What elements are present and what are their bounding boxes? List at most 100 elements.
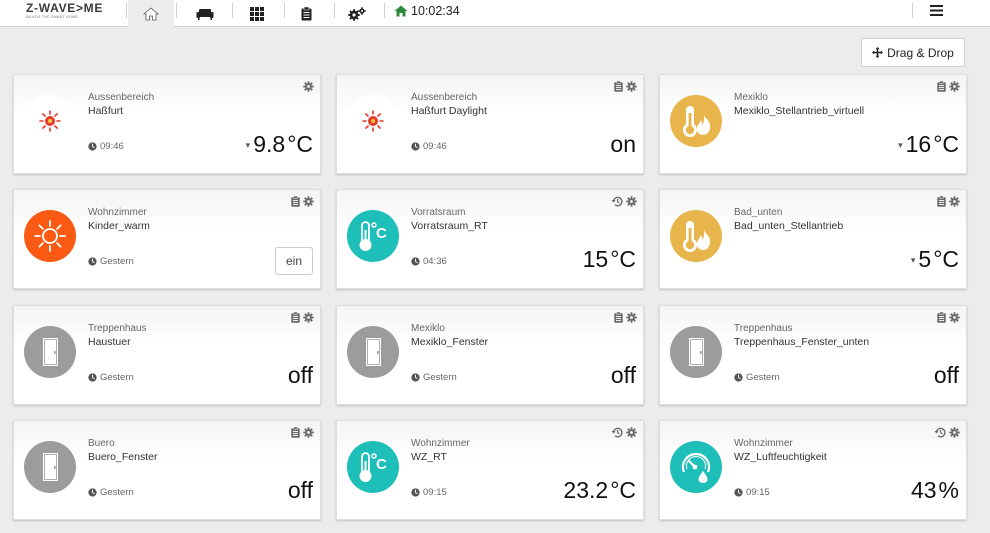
widget-update-time: 09:46: [88, 141, 124, 152]
nav-divider: [232, 3, 233, 18]
nav-divider: [176, 3, 177, 18]
gear-icon[interactable]: [949, 312, 960, 323]
device-widget: Aussenbereich Haßfurt Daylight 09:46 on: [336, 74, 644, 174]
widget-level: off: [288, 362, 313, 389]
nav-events-button[interactable]: [283, 0, 329, 27]
gear-icon[interactable]: [626, 196, 637, 207]
clipboard-icon[interactable]: [937, 312, 946, 323]
widget-time-text: Gestern: [100, 256, 134, 267]
widget-actions: [291, 312, 314, 323]
history-clock-icon[interactable]: [611, 196, 623, 207]
gear-icon[interactable]: [303, 427, 314, 438]
gear-icon[interactable]: [949, 427, 960, 438]
widget-level-unit: °C: [287, 131, 313, 157]
nav-rooms-button[interactable]: [182, 0, 228, 27]
gear-icon[interactable]: [303, 196, 314, 207]
widget-level-value: 43: [910, 477, 937, 503]
widget-level-unit: °C: [610, 246, 636, 272]
widget-level: ▾ 5 °C: [911, 246, 959, 273]
widget-update-time: 09:46: [411, 141, 447, 152]
widget-level-value: off: [610, 362, 636, 388]
gear-icon[interactable]: [949, 81, 960, 92]
history-clock-icon[interactable]: [611, 427, 623, 438]
gear-icon[interactable]: [626, 427, 637, 438]
gear-icon[interactable]: [626, 312, 637, 323]
z-wave-me-logo[interactable]: Z-WAVE>ME BUILDS THE SMART HOME: [26, 2, 110, 24]
clipboard-icon[interactable]: [291, 312, 300, 323]
svg-text:C: C: [376, 225, 387, 242]
door-icon: [347, 326, 399, 378]
widget-time-text: Gestern: [100, 372, 134, 383]
widget-update-time: Gestern: [88, 256, 134, 267]
widget-level-value: off: [287, 362, 313, 388]
clock: 10:02:34: [394, 3, 460, 19]
gear-icon[interactable]: [303, 81, 314, 92]
home-icon: [143, 6, 159, 20]
widget-level: on: [610, 131, 636, 158]
top-navbar: Z-WAVE>ME BUILDS THE SMART HOME 10:02:34: [0, 0, 990, 27]
widget-device-name: Kinder_warm: [88, 220, 150, 232]
clipboard-icon[interactable]: [937, 81, 946, 92]
device-widget: Wohnzimmer Kinder_warm Gestern ein: [13, 189, 321, 289]
clipboard-icon[interactable]: [291, 427, 300, 438]
widget-actions: [291, 427, 314, 438]
clipboard-icon[interactable]: [614, 312, 623, 323]
widget-actions: [937, 81, 960, 92]
door-icon: [670, 326, 722, 378]
widget-update-time: 04:36: [411, 256, 447, 267]
widget-actions: [614, 312, 637, 323]
device-widget: Mexiklo Mexiklo_Stellantrieb_virtuell ▾ 16 °…: [659, 74, 967, 174]
widget-time-text: Gestern: [423, 372, 457, 383]
widget-device-name: Haßfurt: [88, 105, 124, 117]
thermostat-flame-icon: [670, 95, 722, 147]
widget-actions: [937, 196, 960, 207]
nav-elements-button[interactable]: [234, 0, 280, 27]
clipboard-icon[interactable]: [614, 81, 623, 92]
widget-actions: [611, 196, 637, 207]
device-widget: Buero Buero_Fenster Gestern off: [13, 420, 321, 520]
switch-on-button[interactable]: ein: [275, 247, 313, 275]
widget-device-name: Vorratsraum_RT: [411, 220, 488, 232]
device-widget: Treppenhaus Treppenhaus_Fenster_unten Gest…: [659, 305, 967, 405]
nav-divider: [126, 3, 127, 18]
clipboard-icon[interactable]: [937, 196, 946, 207]
widget-location: Aussenbereich: [88, 92, 155, 103]
clipboard-icon[interactable]: [291, 196, 300, 207]
widget-actions: [934, 427, 960, 438]
sun-small-icon: [24, 95, 76, 147]
widget-location: Wohnzimmer: [411, 438, 470, 449]
home-icon: [394, 5, 408, 17]
widget-level-value: off: [287, 477, 313, 503]
svg-text:C: C: [376, 456, 387, 473]
widget-time-text: Gestern: [100, 487, 134, 498]
widget-level: ▾ 16 °C: [898, 131, 959, 158]
sun-small-icon: [347, 95, 399, 147]
move-arrows-icon: [872, 47, 884, 58]
widget-actions: [611, 427, 637, 438]
widget-location: Treppenhaus: [734, 323, 793, 334]
nav-divider: [912, 3, 913, 18]
widget-device-name: Mexiklo_Fenster: [411, 336, 489, 348]
history-clock-icon[interactable]: [934, 427, 946, 438]
widget-device-name: WZ_RT: [411, 451, 447, 463]
clock-icon: [88, 142, 97, 151]
widget-level-value: 5: [918, 246, 932, 272]
widget-level-unit: %: [938, 477, 959, 503]
nav-home-button[interactable]: [128, 0, 174, 27]
main-menu-button[interactable]: [926, 2, 946, 18]
gear-icon[interactable]: [626, 81, 637, 92]
widget-update-time: Gestern: [734, 372, 780, 383]
sun-outline-icon: [24, 210, 76, 262]
thermostat-flame-icon: [670, 210, 722, 262]
widget-level: 15 °C: [583, 246, 636, 273]
widget-level-value: off: [933, 362, 959, 388]
widget-update-time: Gestern: [88, 487, 134, 498]
drag-drop-label: Drag & Drop: [887, 45, 954, 60]
nav-settings-button[interactable]: [334, 0, 380, 27]
drag-drop-button[interactable]: Drag & Drop: [861, 38, 965, 67]
gear-icon[interactable]: [303, 312, 314, 323]
widget-level: 43%: [911, 477, 959, 504]
gear-icon[interactable]: [949, 196, 960, 207]
hamburger-icon: [929, 4, 943, 16]
widget-device-name: Mexiklo_Stellantrieb_virtuell: [734, 105, 865, 117]
